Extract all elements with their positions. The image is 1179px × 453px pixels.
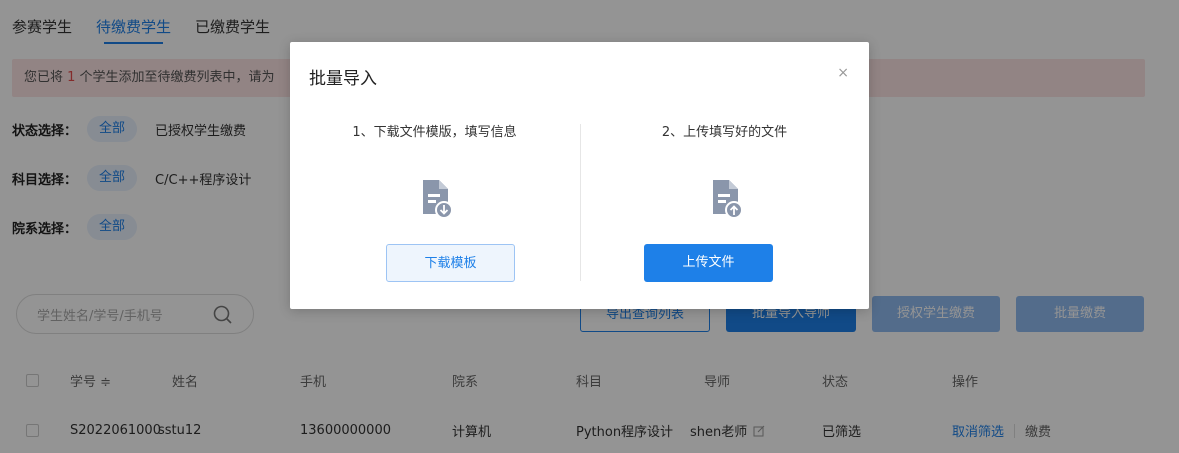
upload-step-title: 2、上传填写好的文件 xyxy=(661,125,788,140)
close-icon[interactable]: × xyxy=(837,66,849,80)
download-template-button[interactable]: 下载模板 xyxy=(386,244,515,282)
download-step: 1、下载文件模版，填写信息 xyxy=(290,124,579,222)
modal-title: 批量导入 xyxy=(309,69,377,89)
batch-import-modal: 批量导入 × 1、下载文件模版，填写信息 2、上传填写好的文件 下载模板 上传文… xyxy=(290,42,869,309)
upload-file-button[interactable]: 上传文件 xyxy=(644,244,773,282)
file-download-icon xyxy=(422,180,453,219)
page: 参赛学生 待缴费学生 已缴费学生 您已将 1 个学生添加至待缴费列表中，请为 状… xyxy=(0,0,1179,453)
upload-step: 2、上传填写好的文件 xyxy=(580,124,869,222)
file-upload-icon xyxy=(712,180,743,219)
download-step-title: 1、下载文件模版，填写信息 xyxy=(352,125,517,140)
